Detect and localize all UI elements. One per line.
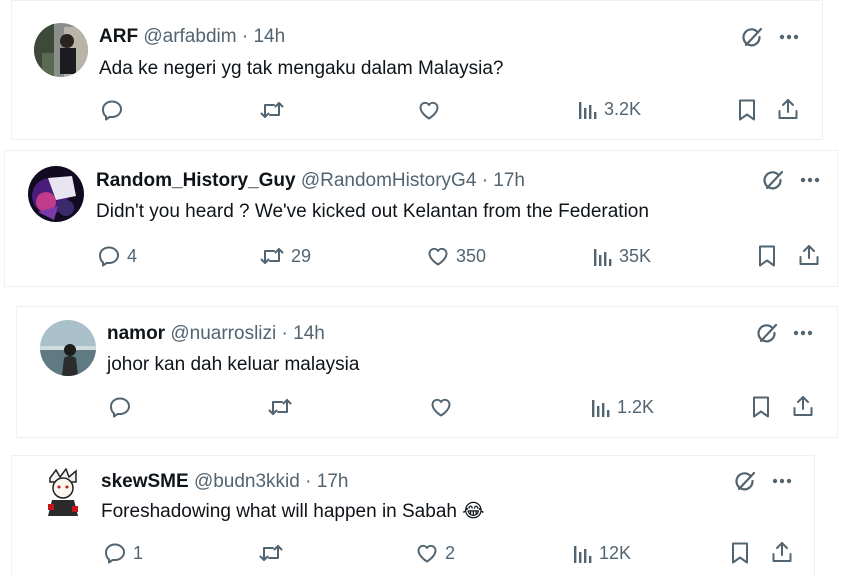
timestamp[interactable]: 17h	[493, 170, 525, 191]
views-button[interactable]: 1.2K	[591, 396, 654, 418]
tweet-text: Didn't you heard ? We've kicked out Kela…	[96, 201, 649, 222]
handle[interactable]: @budn3kkid	[194, 471, 300, 492]
retweet-count: 29	[291, 246, 312, 266]
tweet-header: Random_History_Guy @RandomHistoryG4 · 17…	[96, 169, 525, 193]
views-button[interactable]: 12K	[573, 542, 631, 564]
retweet-button[interactable]: 29	[259, 244, 311, 268]
separator: ·	[305, 471, 312, 492]
share-icon[interactable]	[791, 394, 815, 418]
timestamp[interactable]: 17h	[317, 471, 349, 492]
separator: ·	[281, 323, 288, 344]
like-icon	[417, 98, 441, 122]
tweet-text: johor kan dah keluar malaysia	[107, 354, 360, 375]
tweet-card[interactable]: skewSME @budn3kkid · 17h Foreshadowing w…	[11, 455, 815, 577]
retweet-icon	[259, 98, 285, 122]
views-icon	[573, 542, 593, 564]
reply-button[interactable]: 4	[97, 244, 137, 268]
more-icon[interactable]	[792, 323, 814, 343]
reply-count: 4	[127, 246, 138, 266]
more-icon[interactable]	[799, 170, 821, 190]
like-icon	[415, 541, 439, 565]
retweet-icon	[259, 244, 285, 268]
display-name[interactable]: Random_History_Guy	[96, 170, 296, 191]
reply-icon	[97, 244, 121, 268]
handle[interactable]: @RandomHistoryG4	[301, 170, 477, 191]
views-count: 35K	[619, 246, 652, 266]
bookmark-icon[interactable]	[756, 244, 778, 268]
display-name[interactable]: namor	[107, 323, 165, 344]
tweet-header: namor @nuarroslizi · 14h	[107, 322, 325, 346]
bookmark-icon[interactable]	[729, 541, 751, 565]
tweet-text: Ada ke negeri yg tak mengaku dalam Malay…	[99, 58, 504, 79]
reply-icon	[103, 541, 127, 565]
grok-icon[interactable]	[755, 321, 779, 345]
reply-icon	[100, 98, 124, 122]
reply-count: 1	[133, 543, 144, 563]
reply-icon	[108, 395, 132, 419]
avatar[interactable]	[40, 320, 96, 376]
avatar[interactable]	[28, 166, 84, 222]
reply-button[interactable]	[108, 395, 138, 419]
retweet-icon	[258, 541, 284, 565]
display-name[interactable]: skewSME	[101, 471, 189, 492]
more-icon[interactable]	[778, 27, 800, 47]
like-count: 350	[456, 246, 487, 266]
views-button[interactable]: 3.2K	[578, 98, 641, 120]
tweet-text: Foreshadowing what will happen in Sabah …	[101, 501, 485, 522]
timestamp[interactable]: 14h	[293, 323, 325, 344]
grok-icon[interactable]	[733, 469, 757, 493]
like-icon	[429, 395, 453, 419]
retweet-icon	[267, 395, 293, 419]
tweet-card[interactable]: Random_History_Guy @RandomHistoryG4 · 17…	[4, 150, 838, 287]
separator: ·	[241, 26, 249, 47]
bookmark-icon[interactable]	[750, 395, 772, 419]
bookmark-icon[interactable]	[736, 98, 758, 122]
tweet-header: ARF @arfabdim · 14h	[99, 25, 285, 49]
separator: ·	[481, 170, 489, 191]
tweet-header: skewSME @budn3kkid · 17h	[101, 470, 348, 494]
views-button[interactable]: 35K	[593, 245, 651, 267]
grok-icon[interactable]	[740, 25, 764, 49]
timestamp[interactable]: 14h	[253, 26, 285, 47]
views-icon	[578, 98, 598, 120]
like-icon	[426, 244, 450, 268]
views-count: 12K	[599, 543, 632, 563]
display-name[interactable]: ARF	[99, 26, 138, 47]
avatar[interactable]	[38, 468, 88, 518]
retweet-button[interactable]	[259, 98, 291, 122]
views-count: 3.2K	[604, 99, 642, 119]
views-count: 1.2K	[617, 397, 655, 417]
handle[interactable]: @nuarroslizi	[170, 323, 276, 344]
tweet-card[interactable]: ARF @arfabdim · 14h Ada ke negeri yg tak…	[11, 0, 823, 140]
like-button[interactable]: 350	[426, 244, 486, 268]
more-icon[interactable]	[771, 471, 793, 491]
views-icon	[593, 245, 613, 267]
like-count: 2	[445, 543, 456, 563]
reply-button[interactable]: 1	[103, 541, 143, 565]
grok-icon[interactable]	[761, 168, 785, 192]
share-icon[interactable]	[797, 243, 821, 267]
handle[interactable]: @arfabdim	[143, 26, 236, 47]
like-button[interactable]	[417, 98, 447, 122]
retweet-button[interactable]	[258, 541, 290, 565]
like-button[interactable]: 2	[415, 541, 455, 565]
reply-button[interactable]	[100, 98, 130, 122]
retweet-button[interactable]	[267, 395, 299, 419]
share-icon[interactable]	[776, 97, 800, 121]
share-icon[interactable]	[770, 540, 794, 564]
like-button[interactable]	[429, 395, 459, 419]
tweet-card[interactable]: namor @nuarroslizi · 14h johor kan dah k…	[16, 306, 838, 438]
avatar[interactable]	[34, 23, 88, 77]
views-icon	[591, 396, 611, 418]
